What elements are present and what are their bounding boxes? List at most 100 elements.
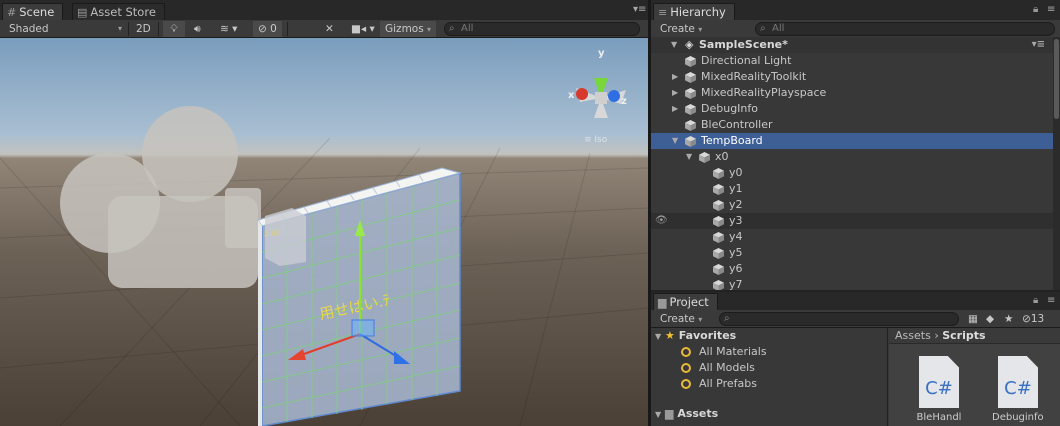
scene-toolbar: Shaded ▾ 2D 💡︎ 🔊︎ ≋ ▾ ⊘ 0 ✕ ■◂ ▾ Gizmos … bbox=[0, 20, 648, 38]
shading-mode-dropdown[interactable]: Shaded ▾ bbox=[4, 21, 126, 37]
project-search-input[interactable]: ⌕ bbox=[719, 312, 959, 326]
hierarchy-item-label: y4 bbox=[729, 230, 743, 243]
tab-project[interactable]: ▆ Project bbox=[653, 293, 718, 310]
panel-menu-icon[interactable]: ≡ bbox=[1047, 4, 1055, 15]
hierarchy-item[interactable]: Directional Light bbox=[651, 53, 1053, 69]
hierarchy-item[interactable]: y7 bbox=[651, 277, 1053, 290]
gameobject-cube-icon bbox=[685, 72, 696, 83]
favorite-all-models[interactable]: All Models bbox=[681, 360, 755, 376]
expand-down-icon[interactable]: ▼ bbox=[671, 37, 677, 53]
hierarchy-item-label: y6 bbox=[729, 262, 743, 275]
hierarchy-item[interactable]: ▼ x0 bbox=[651, 149, 1053, 165]
hierarchy-item[interactable]: y4 bbox=[651, 229, 1053, 245]
plane-handle[interactable] bbox=[351, 319, 375, 337]
expand-right-icon[interactable]: ▶ bbox=[672, 69, 678, 85]
favorites-row[interactable]: ▼ ★ Favorites bbox=[655, 328, 736, 344]
gizmo-z-cone[interactable] bbox=[608, 90, 620, 102]
gizmo-x-label: x bbox=[568, 90, 575, 101]
gameobject-cube-icon bbox=[713, 232, 724, 243]
hidden-eye-icon: ⊘ bbox=[1022, 313, 1031, 325]
hierarchy-item[interactable]: y0 bbox=[651, 165, 1053, 181]
hierarchy-tree: ▼ ◈ SampleScene* ▾≡ Directional Light ▶ Mi… bbox=[651, 37, 1053, 290]
lighting-toggle-button[interactable]: 💡︎ bbox=[163, 21, 185, 37]
expand-right-icon[interactable]: ▶ bbox=[672, 85, 678, 101]
hierarchy-item[interactable]: y5 bbox=[651, 245, 1053, 261]
breadcrumb-assets[interactable]: Assets bbox=[895, 329, 931, 342]
gizmo-y-label: y bbox=[598, 48, 605, 59]
visibility-eye-icon[interactable]: 👁︎ bbox=[655, 215, 668, 226]
hierarchy-item[interactable]: BleController bbox=[651, 117, 1053, 133]
search-icon: ⌕ bbox=[724, 313, 730, 324]
lock-icon[interactable]: 🔒︎ bbox=[1033, 295, 1038, 306]
board-left-face bbox=[258, 220, 262, 426]
hierarchy-item-label: y7 bbox=[729, 278, 743, 290]
expand-down-icon[interactable]: ▼ bbox=[655, 332, 661, 341]
hierarchy-item[interactable]: ▶ MixedRealityPlayspace bbox=[651, 85, 1053, 101]
scene-search-input[interactable]: ⌕ All bbox=[444, 22, 640, 36]
effects-icon: ≋ ▾ bbox=[220, 23, 238, 35]
tools-button[interactable]: ✕ bbox=[320, 21, 339, 37]
effects-dropdown[interactable]: ≋ ▾ bbox=[215, 21, 242, 37]
tab-scene[interactable]: # Scene bbox=[2, 3, 64, 20]
scene-tab-bar: # Scene ▤ Asset Store ▾≡ bbox=[0, 0, 648, 20]
favorite-all-prefabs[interactable]: All Prefabs bbox=[681, 376, 757, 392]
projection-label[interactable]: ≡ Iso bbox=[584, 135, 608, 145]
audio-toggle-button[interactable]: 🔊︎ bbox=[189, 21, 206, 37]
gameobject-cube-icon bbox=[713, 200, 724, 211]
gizmos-dropdown[interactable]: Gizmos ▾ bbox=[380, 21, 437, 37]
hierarchy-item-label: y0 bbox=[729, 166, 743, 179]
create-dropdown[interactable]: Create ▾ bbox=[655, 21, 707, 37]
script-file[interactable]: C# DebuginfoD bbox=[992, 356, 1044, 423]
scene-viewport[interactable]: z.4F 用せはい.ﾃ y x z ≡ Iso bbox=[0, 38, 648, 426]
filter-type-button[interactable]: ▦ bbox=[963, 311, 983, 327]
hierarchy-item[interactable]: ▼ TempBoard bbox=[651, 133, 1053, 149]
unity-scene-icon: ◈ bbox=[685, 38, 694, 51]
hierarchy-item[interactable]: y2 bbox=[651, 197, 1053, 213]
script-file[interactable]: C# BleHandl bbox=[917, 356, 961, 423]
expand-down-icon[interactable]: ▼ bbox=[672, 133, 678, 149]
grid-icon: # bbox=[7, 6, 17, 19]
assets-folder-row[interactable]: ▼ ▆ Assets bbox=[655, 406, 718, 422]
gameobject-cube-icon bbox=[685, 104, 696, 115]
hierarchy-item[interactable]: y6 bbox=[651, 261, 1053, 277]
camera-dropdown[interactable]: ■◂ ▾ bbox=[346, 21, 380, 37]
gizmo-x-cone[interactable] bbox=[576, 88, 588, 100]
scene-menu-icon[interactable]: ▾≡ bbox=[1032, 37, 1045, 53]
expand-down-icon[interactable]: ▼ bbox=[655, 410, 661, 419]
gizmo-z-label: z bbox=[621, 96, 627, 107]
expand-down-icon[interactable]: ▼ bbox=[686, 149, 692, 165]
hierarchy-search-input[interactable]: ⌕ All bbox=[755, 22, 1055, 36]
project-folder-tree: ▼ ★ Favorites All Materials All Models A… bbox=[651, 328, 888, 426]
lightbulb-icon: 💡︎ bbox=[170, 23, 178, 35]
hierarchy-item-label: y2 bbox=[729, 198, 743, 211]
scene-root-row[interactable]: ▼ ◈ SampleScene* ▾≡ bbox=[651, 37, 1053, 53]
favorite-all-materials[interactable]: All Materials bbox=[681, 344, 767, 360]
hierarchy-item[interactable]: y3 bbox=[651, 213, 1053, 229]
lock-icon[interactable]: 🔒︎ bbox=[1033, 4, 1038, 15]
hierarchy-item[interactable]: ▶ DebugInfo bbox=[651, 101, 1053, 117]
hidden-packages-toggle[interactable]: ⊘13 bbox=[1017, 311, 1049, 327]
panel-menu-icon[interactable]: ≡ bbox=[1047, 295, 1055, 306]
tab-hierarchy[interactable]: ≡ Hierarchy bbox=[653, 3, 735, 20]
search-icon: ⌕ bbox=[760, 23, 766, 34]
project-panel: ▆ Project 🔒︎ ≡ Create ▾ ⌕ ▦ ◆ ★ ⊘13 ▼ ★ F… bbox=[651, 292, 1060, 426]
hidden-eye-icon: ⊘ bbox=[258, 23, 267, 35]
hierarchy-item[interactable]: ▶ MixedRealityToolkit bbox=[651, 69, 1053, 85]
tab-asset-store[interactable]: ▤ Asset Store bbox=[72, 3, 165, 20]
breadcrumb-scripts[interactable]: Scripts bbox=[942, 329, 985, 342]
filter-label-button[interactable]: ◆ bbox=[981, 311, 999, 327]
expand-right-icon[interactable]: ▶ bbox=[672, 101, 678, 117]
2d-toggle-button[interactable]: 2D bbox=[131, 21, 156, 37]
scene-visibility-toggle[interactable]: ⊘ 0 bbox=[253, 21, 282, 37]
star-icon: ★ bbox=[1004, 313, 1014, 325]
panel-menu-icon[interactable]: ▾≡ bbox=[633, 4, 646, 15]
wrench-icon: ✕ bbox=[325, 23, 334, 35]
create-dropdown[interactable]: Create ▾ bbox=[655, 311, 707, 327]
breadcrumb: Assets › Scripts bbox=[889, 328, 1060, 344]
orientation-gizmo[interactable]: y x z ≡ Iso bbox=[568, 48, 627, 145]
saved-search-icon bbox=[681, 363, 691, 373]
favorite-button[interactable]: ★ bbox=[999, 311, 1018, 327]
hierarchy-scrollbar[interactable] bbox=[1053, 37, 1060, 290]
hierarchy-item[interactable]: y1 bbox=[651, 181, 1053, 197]
hierarchy-item-label: y5 bbox=[729, 246, 743, 259]
